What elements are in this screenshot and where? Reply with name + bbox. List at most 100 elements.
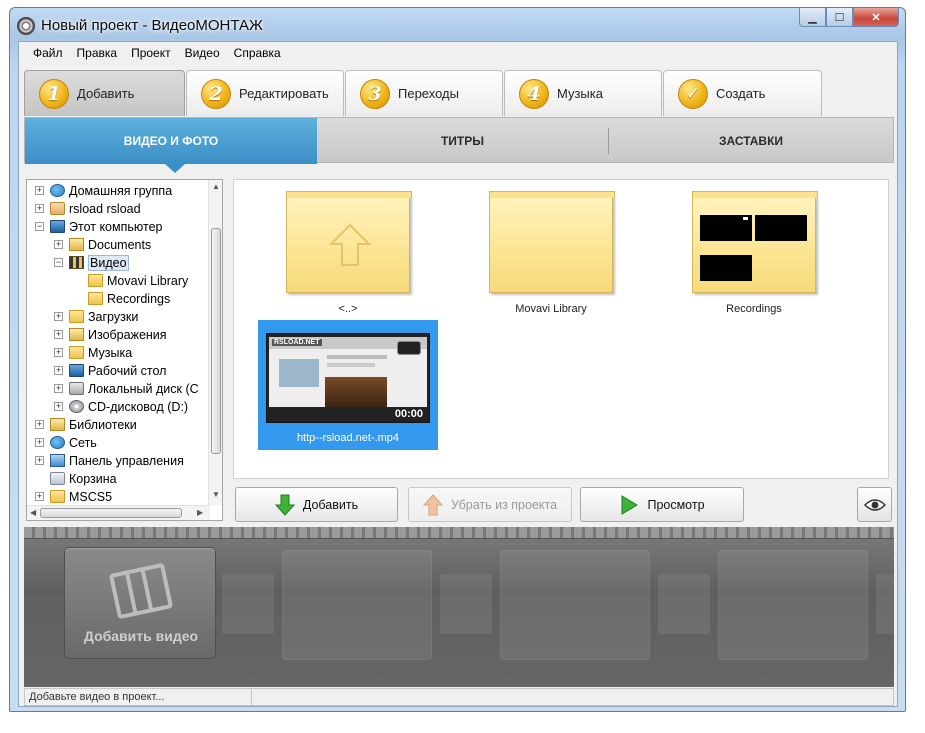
expand-icon[interactable]: +	[35, 456, 44, 465]
libraries-icon	[50, 418, 65, 431]
scroll-left-icon[interactable]: ◀	[30, 508, 36, 517]
tree-item-label: Recordings	[107, 292, 171, 306]
film-strip-icon	[109, 563, 173, 619]
add-button-label: Добавить	[302, 497, 359, 512]
add-video-label: Добавить видео	[83, 628, 199, 644]
tree-scroll-thumb[interactable]	[211, 228, 221, 454]
expand-icon[interactable]: +	[54, 312, 63, 321]
expand-icon[interactable]: +	[54, 348, 63, 357]
title-bar[interactable]: Новый проект - ВидеоМОНТАЖ ▁ ☐ ✕	[10, 8, 905, 42]
expand-icon[interactable]: +	[54, 330, 63, 339]
up-arrow-icon	[422, 493, 443, 515]
network-icon	[50, 436, 65, 449]
tree-item-label: MSCS5	[69, 490, 113, 504]
toggle-preview-button[interactable]	[857, 487, 892, 522]
tab-music[interactable]: 4 Музыка	[504, 70, 662, 116]
step-4-icon: 4	[519, 78, 549, 109]
add-video-button[interactable]: Добавить видео	[64, 547, 216, 659]
maximize-button[interactable]: ☐	[826, 8, 853, 27]
menu-file[interactable]: Файл	[26, 46, 70, 60]
menu-video[interactable]: Видео	[178, 46, 227, 60]
remove-from-project-button[interactable]: Убрать из проекта	[408, 487, 572, 522]
folder-icon	[50, 490, 65, 503]
step-tabs: 1 Добавить 2 Редактировать 3 Переходы 4 …	[24, 70, 894, 116]
video-duration: 00:00	[394, 408, 423, 420]
menu-bar: Файл Правка Проект Видео Справка	[19, 42, 897, 64]
network-icon	[50, 184, 65, 197]
recordings-folder-label: Recordings	[726, 303, 782, 315]
filmstrip-edge	[24, 527, 894, 539]
add-button[interactable]: Добавить	[235, 487, 398, 522]
tree-item-label: Видео	[88, 255, 129, 271]
tab-transitions[interactable]: 3 Переходы	[345, 70, 503, 116]
step-3-icon: 3	[360, 78, 390, 109]
close-button[interactable]: ✕	[853, 8, 899, 27]
folder-recordings[interactable]: Recordings	[692, 191, 818, 315]
active-tab-pointer	[165, 164, 185, 173]
caption-buttons: ▁ ☐ ✕	[799, 8, 899, 28]
storyboard: Добавить видео	[24, 527, 894, 687]
cd-drive-icon	[69, 400, 84, 413]
tree-vertical-scrollbar[interactable]: ▲ ▼	[208, 180, 222, 505]
transition-slot	[440, 574, 492, 634]
expand-icon[interactable]: +	[54, 384, 63, 393]
tree-hscroll-thumb[interactable]	[40, 508, 182, 518]
menu-project[interactable]: Проект	[124, 46, 178, 60]
tree-item-label: Домашняя группа	[69, 184, 173, 198]
menu-help[interactable]: Справка	[227, 46, 288, 60]
folder-up[interactable]: <..>	[286, 191, 412, 315]
tree-item-label: Музыка	[88, 346, 133, 360]
folder-movavi-library[interactable]: Movavi Library	[489, 191, 615, 315]
tree-item-label: Documents	[88, 238, 152, 252]
tree-item-label: Рабочий стол	[88, 364, 167, 378]
up-folder-icon	[286, 191, 412, 293]
scroll-right-icon[interactable]: ▶	[197, 508, 203, 517]
user-folder-icon	[50, 202, 65, 215]
documents-icon	[69, 238, 84, 251]
tab-intros[interactable]: ЗАСТАВКИ	[609, 118, 893, 164]
scroll-up-icon[interactable]: ▲	[212, 182, 220, 191]
tab-titles[interactable]: ТИТРЫ	[317, 118, 608, 164]
folder-icon	[489, 191, 615, 293]
tree-item-label: Локальный диск (C	[88, 382, 199, 396]
tab-add[interactable]: 1 Добавить	[24, 70, 185, 116]
client-area: Файл Правка Проект Видео Справка 1 Добав…	[18, 41, 898, 707]
tab-video-photo[interactable]: ВИДЕО И ФОТО	[25, 118, 317, 164]
expand-icon[interactable]: +	[54, 366, 63, 375]
status-text: Добавьте видео в проект...	[29, 691, 165, 703]
tree-item-label: Загрузки	[88, 310, 139, 324]
expand-icon[interactable]: +	[35, 420, 44, 429]
clip-slot	[718, 550, 868, 660]
folder-tree[interactable]: + Домашняя группа + rsload rsload − Этот комп…	[26, 179, 223, 521]
collapse-icon[interactable]: −	[54, 258, 63, 267]
file-browser: <..> Movavi Library Recordings RSLOAD.NE…	[233, 179, 889, 479]
minimize-button[interactable]: ▁	[799, 8, 826, 27]
tree-item-label: Панель управления	[69, 454, 184, 468]
remove-button-label: Убрать из проекта	[450, 497, 558, 512]
recycle-bin-icon	[50, 472, 65, 485]
video-file-selected[interactable]: RSLOAD.NET 00:00 http--rsload.net-.mp4	[258, 320, 438, 450]
expand-icon[interactable]: +	[35, 204, 44, 213]
step-2-icon: 2	[201, 78, 231, 109]
scroll-down-icon[interactable]: ▼	[212, 490, 220, 499]
transition-slot	[222, 574, 274, 634]
tree-item-label: rsload rsload	[69, 202, 141, 216]
tab-edit[interactable]: 2 Редактировать	[186, 70, 344, 116]
expand-icon[interactable]: +	[35, 186, 44, 195]
movavi-folder-label: Movavi Library	[515, 303, 587, 315]
expand-icon[interactable]: +	[35, 438, 44, 447]
tree-horizontal-scrollbar[interactable]: ◀ ▶	[27, 505, 210, 520]
collapse-icon[interactable]: −	[35, 222, 44, 231]
expand-icon[interactable]: +	[35, 492, 44, 501]
window-title: Новый проект - ВидеоМОНТАЖ	[41, 17, 263, 34]
thumbnail-logo: RSLOAD.NET	[272, 339, 322, 346]
video-file-label: http--rsload.net-.mp4	[296, 432, 400, 444]
preview-button[interactable]: Просмотр	[580, 487, 744, 522]
tree-item-label: Этот компьютер	[69, 220, 163, 234]
down-arrow-icon	[274, 494, 295, 516]
expand-icon[interactable]: +	[54, 402, 63, 411]
expand-icon[interactable]: +	[54, 240, 63, 249]
tree-item-label: Сеть	[69, 436, 97, 450]
menu-edit[interactable]: Правка	[70, 46, 125, 60]
tab-create[interactable]: ✓ Создать	[663, 70, 822, 116]
